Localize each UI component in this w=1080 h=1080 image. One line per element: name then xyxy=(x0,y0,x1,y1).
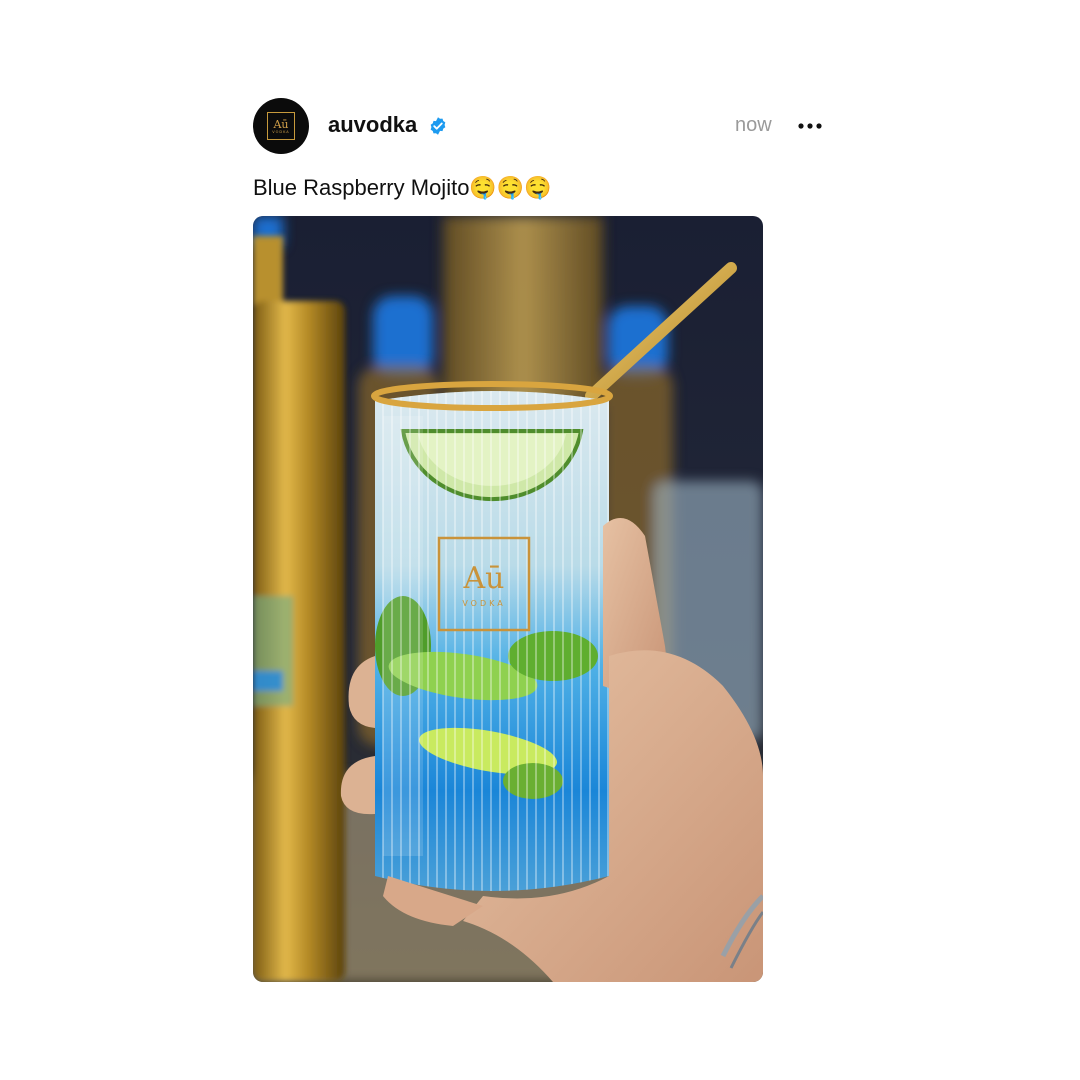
username[interactable]: auvodka xyxy=(328,112,417,138)
post-caption: Blue Raspberry Mojito🤤🤤🤤 xyxy=(253,175,552,200)
brand-logo: Aū VODKA xyxy=(267,112,295,140)
glass-logo-mark: Aū xyxy=(463,561,505,596)
avatar[interactable]: Aū VODKA xyxy=(253,98,309,154)
logo-sub: VODKA xyxy=(272,129,290,134)
more-horizontal-icon[interactable] xyxy=(797,114,823,138)
logo-mark: Aū xyxy=(273,117,289,131)
cocktail-photo-illustration: Aū VODKA xyxy=(253,216,763,982)
post-timestamp: now xyxy=(735,114,772,136)
glass-logo-sub: VODKA xyxy=(462,599,505,608)
post-header: Aū VODKA auvodka now xyxy=(253,98,823,154)
post-card: Aū VODKA auvodka now Blue Raspberry Moji… xyxy=(253,98,823,982)
verified-badge-icon xyxy=(428,116,448,136)
post-photo[interactable]: Aū VODKA xyxy=(253,216,763,982)
